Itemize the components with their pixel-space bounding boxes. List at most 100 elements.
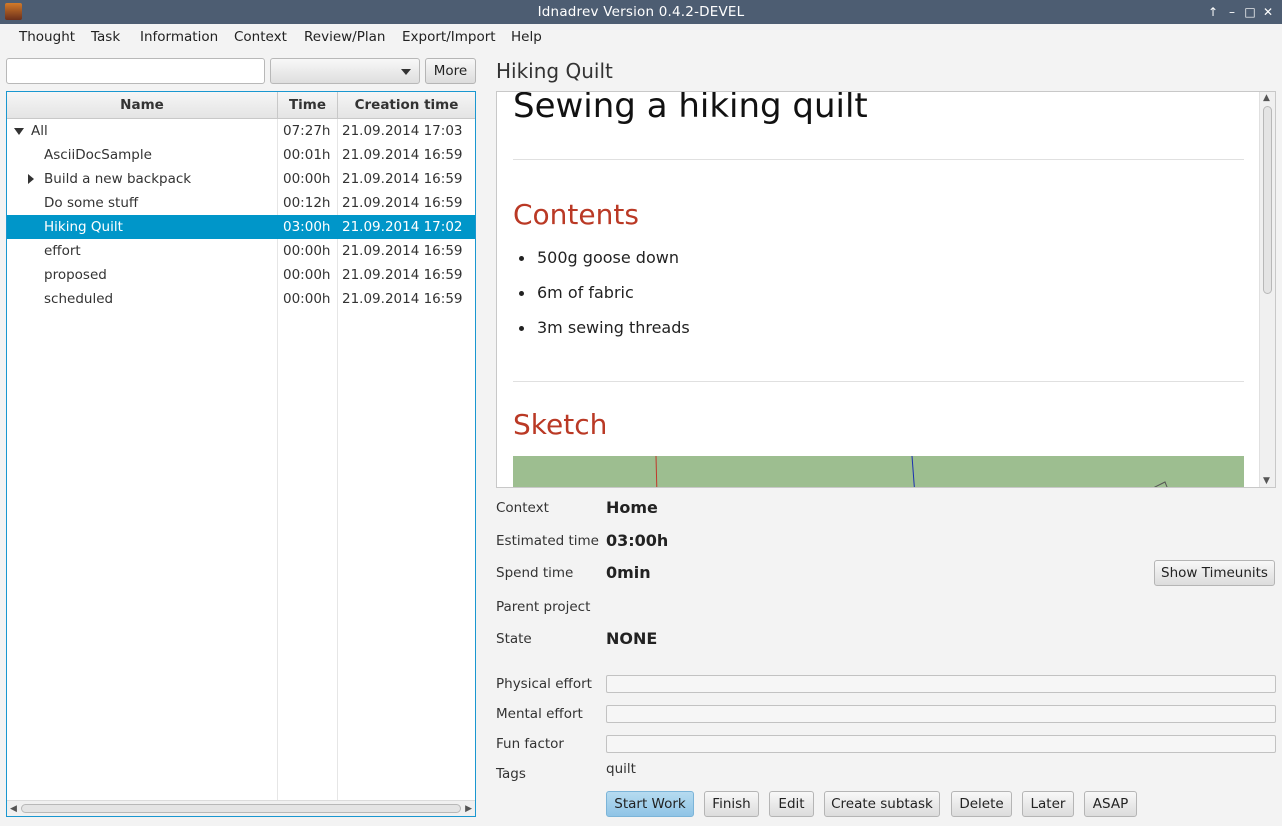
estimated-time-label: Estimated time xyxy=(496,533,599,549)
keep-above-icon[interactable]: ↑ xyxy=(1205,4,1221,20)
minimize-icon[interactable]: – xyxy=(1224,4,1240,20)
menu-thought[interactable]: Thought xyxy=(19,29,75,45)
close-icon[interactable]: ✕ xyxy=(1260,4,1276,20)
row-time: 00:00h xyxy=(283,171,331,187)
show-timeunits-button[interactable]: Show Timeunits xyxy=(1154,560,1275,586)
menu-bar: Thought Task Information Context Review/… xyxy=(0,24,1282,51)
menu-export-import[interactable]: Export/Import xyxy=(402,29,496,45)
menu-help[interactable]: Help xyxy=(511,29,542,45)
tree-row[interactable]: scheduled 00:00h 21.09.2014 16:59 xyxy=(7,287,475,311)
row-time: 07:27h xyxy=(283,123,331,139)
start-work-button[interactable]: Start Work xyxy=(606,791,694,817)
filter-dropdown[interactable] xyxy=(270,58,420,84)
fun-factor-label: Fun factor xyxy=(496,736,564,752)
section-heading: Sketch xyxy=(513,408,608,441)
mental-effort-bar xyxy=(606,705,1276,723)
row-name: Do some stuff xyxy=(44,195,139,211)
scrollbar-thumb[interactable] xyxy=(21,804,461,813)
create-subtask-button[interactable]: Create subtask xyxy=(824,791,940,817)
tree-row[interactable]: proposed 00:00h 21.09.2014 16:59 xyxy=(7,263,475,287)
scroll-down-icon[interactable]: ▼ xyxy=(1263,476,1270,486)
state-label: State xyxy=(496,631,532,647)
state-value: NONE xyxy=(606,629,658,648)
tree-row[interactable]: AsciiDocSample 00:01h 21.09.2014 16:59 xyxy=(7,143,475,167)
tree-row[interactable]: All 07:27h 21.09.2014 17:03 xyxy=(7,119,475,143)
chevron-down-icon xyxy=(401,69,411,75)
scrollbar-thumb[interactable] xyxy=(1263,106,1272,294)
list-item-text: 500g goose down xyxy=(537,248,679,267)
sketch-drawing xyxy=(655,456,1168,487)
menu-context[interactable]: Context xyxy=(234,29,287,45)
row-creation-time: 21.09.2014 17:03 xyxy=(342,123,463,139)
context-label: Context xyxy=(496,500,549,516)
estimated-time-value: 03:00h xyxy=(606,531,669,550)
row-time: 00:00h xyxy=(283,243,331,259)
scroll-up-icon[interactable]: ▲ xyxy=(1263,93,1270,103)
physical-effort-label: Physical effort xyxy=(496,676,592,692)
menu-information[interactable]: Information xyxy=(140,29,218,45)
column-time-header[interactable]: Time xyxy=(278,92,338,118)
column-name-header[interactable]: Name xyxy=(7,92,278,118)
collapsed-arrow-icon[interactable] xyxy=(28,174,34,184)
row-creation-time: 21.09.2014 16:59 xyxy=(342,243,463,259)
row-creation-time: 21.09.2014 16:59 xyxy=(342,195,463,211)
spend-time-label: Spend time xyxy=(496,565,574,581)
document-heading: Sewing a hiking quilt xyxy=(513,91,868,126)
row-creation-time: 21.09.2014 16:59 xyxy=(342,171,463,187)
physical-effort-bar xyxy=(606,675,1276,693)
tree-row[interactable]: Do some stuff 00:12h 21.09.2014 16:59 xyxy=(7,191,475,215)
task-tree-table[interactable]: Name Time Creation time All 07:27h 21.09… xyxy=(6,91,476,817)
window-title: Idnadrev Version 0.4.2-DEVEL xyxy=(537,4,745,20)
row-time: 00:01h xyxy=(283,147,331,163)
scroll-right-icon[interactable]: ▶ xyxy=(465,804,472,814)
window-titlebar: Idnadrev Version 0.4.2-DEVEL ↑ – □ ✕ xyxy=(0,0,1282,24)
fun-factor-bar xyxy=(606,735,1276,753)
row-creation-time: 21.09.2014 16:59 xyxy=(342,267,463,283)
row-time: 03:00h xyxy=(283,219,331,235)
maximize-icon[interactable]: □ xyxy=(1242,4,1258,20)
parent-project-label: Parent project xyxy=(496,599,591,615)
row-time: 00:00h xyxy=(283,267,331,283)
spend-time-value: 0min xyxy=(606,563,651,582)
finish-button[interactable]: Finish xyxy=(704,791,759,817)
divider xyxy=(513,159,1244,160)
context-value: Home xyxy=(606,498,658,517)
menu-task[interactable]: Task xyxy=(91,29,120,45)
divider xyxy=(513,381,1244,382)
menu-review-plan[interactable]: Review/Plan xyxy=(304,29,385,45)
search-input[interactable] xyxy=(6,58,265,84)
row-name: AsciiDocSample xyxy=(44,147,152,163)
row-name: Hiking Quilt xyxy=(44,219,123,235)
row-name: effort xyxy=(44,243,81,259)
tree-row-selected[interactable]: Hiking Quilt 03:00h 21.09.2014 17:02 xyxy=(7,215,475,239)
row-name: scheduled xyxy=(44,291,114,307)
sketch-image xyxy=(513,456,1244,487)
row-creation-time: 21.09.2014 17:02 xyxy=(342,219,463,235)
scroll-left-icon[interactable]: ◀ xyxy=(10,804,17,814)
tags-value: quilt xyxy=(606,761,636,777)
tags-label: Tags xyxy=(496,766,526,782)
document-view[interactable]: Sewing a hiking quilt Contents 500g goos… xyxy=(496,91,1276,488)
row-time: 00:12h xyxy=(283,195,331,211)
row-creation-time: 21.09.2014 16:59 xyxy=(342,147,463,163)
column-creation-time-header[interactable]: Creation time xyxy=(338,92,475,118)
row-creation-time: 21.09.2014 16:59 xyxy=(342,291,463,307)
tree-row[interactable]: Build a new backpack 00:00h 21.09.2014 1… xyxy=(7,167,475,191)
row-name: Build a new backpack xyxy=(44,171,192,187)
expanded-arrow-icon[interactable] xyxy=(14,128,24,135)
list-item-text: 3m sewing threads xyxy=(537,318,690,337)
asap-button[interactable]: ASAP xyxy=(1084,791,1137,817)
more-button[interactable]: More xyxy=(425,58,476,84)
later-button[interactable]: Later xyxy=(1022,791,1074,817)
row-time: 00:00h xyxy=(283,291,331,307)
section-heading: Contents xyxy=(513,198,639,231)
edit-button[interactable]: Edit xyxy=(769,791,814,817)
row-name: All xyxy=(31,123,48,139)
detail-title: Hiking Quilt xyxy=(496,59,613,83)
vertical-scrollbar[interactable]: ▲ ▼ xyxy=(1259,92,1275,487)
delete-button[interactable]: Delete xyxy=(951,791,1012,817)
list-item-text: 6m of fabric xyxy=(537,283,634,302)
horizontal-scrollbar[interactable]: ◀ ▶ xyxy=(7,800,475,816)
mental-effort-label: Mental effort xyxy=(496,706,583,722)
tree-row[interactable]: effort 00:00h 21.09.2014 16:59 xyxy=(7,239,475,263)
